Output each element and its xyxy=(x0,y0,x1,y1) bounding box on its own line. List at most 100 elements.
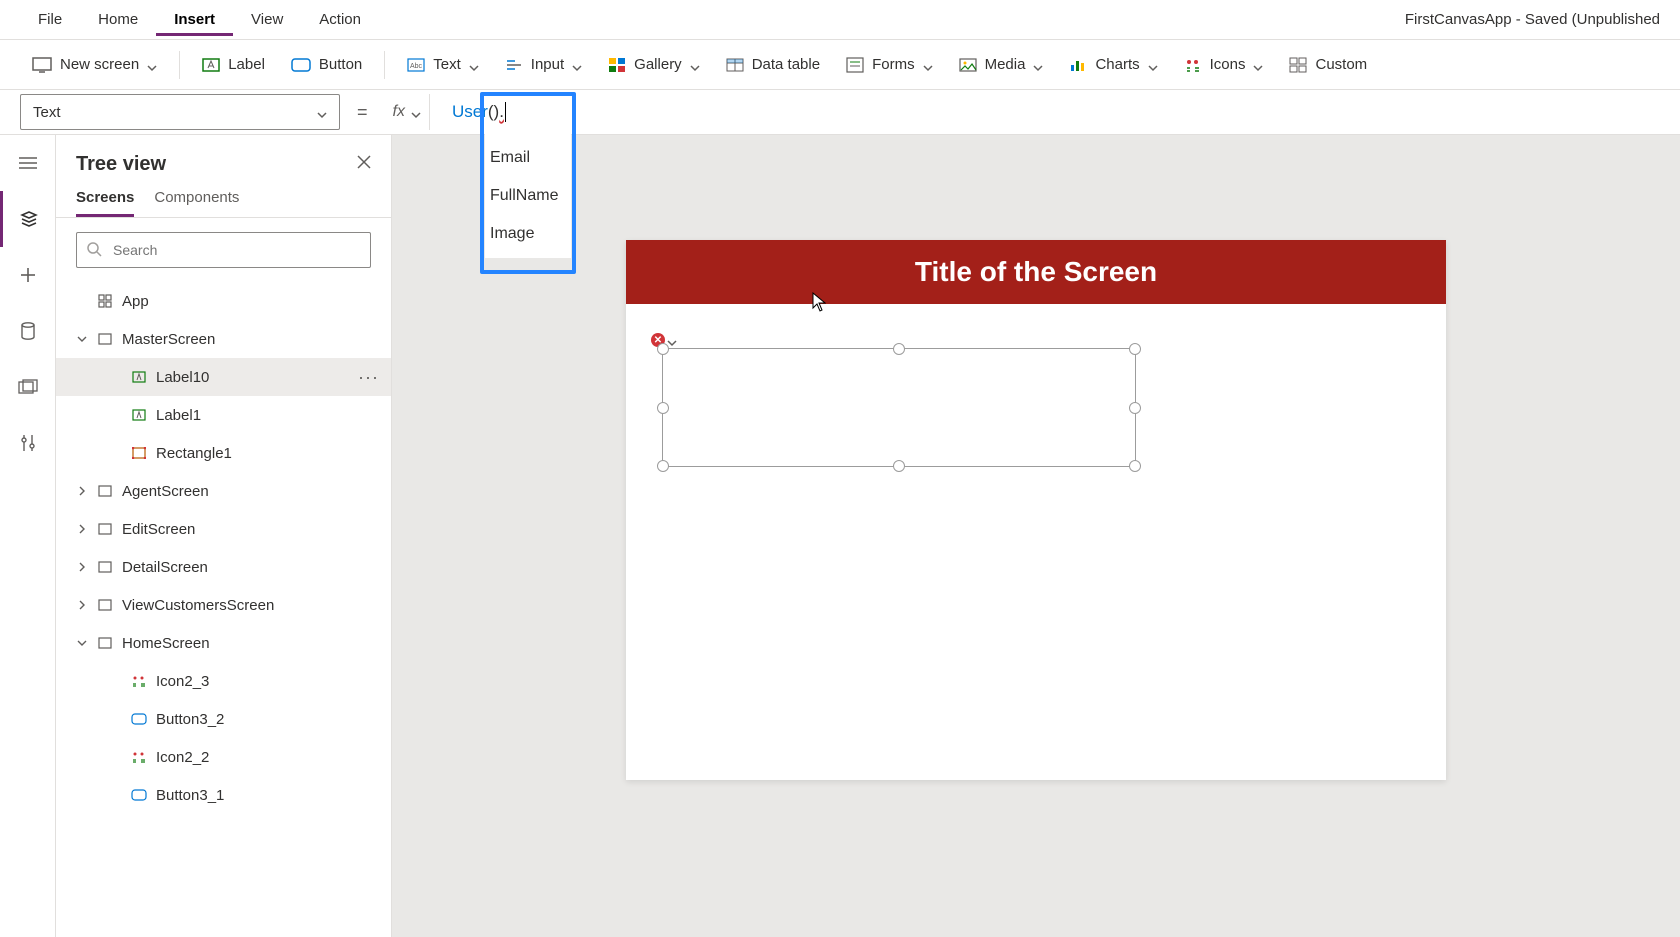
chevron-down-icon xyxy=(469,60,479,70)
rail-hamburger-button[interactable] xyxy=(0,135,55,191)
charts-dropdown[interactable]: Charts xyxy=(1057,50,1169,79)
chevron-down-icon xyxy=(317,107,327,117)
fx-button[interactable]: fx xyxy=(385,94,430,130)
formula-input[interactable]: User(). xyxy=(442,94,1660,130)
app-icon xyxy=(96,294,114,308)
chevron-down-icon xyxy=(76,334,88,344)
menu-file[interactable]: File xyxy=(20,3,80,36)
tree-node-icon2-3[interactable]: Icon2_3 xyxy=(56,662,391,700)
data-table-button[interactable]: Data table xyxy=(714,50,832,79)
mouse-cursor-icon xyxy=(812,292,826,315)
icons-icon xyxy=(1184,57,1202,73)
formula-func: User xyxy=(452,102,488,122)
ribbon-bar: New screen Label Button Abc Text Input G… xyxy=(0,40,1680,90)
app-title: FirstCanvasApp - Saved (Unpublished xyxy=(1405,11,1660,28)
text-dropdown[interactable]: Abc Text xyxy=(395,50,491,79)
formula-autocomplete-dropdown: Email FullName Image xyxy=(485,134,571,258)
tree-node-icon2-2[interactable]: Icon2_2 xyxy=(56,738,391,776)
top-menu-bar: File Home Insert View Action FirstCanvas… xyxy=(0,0,1680,40)
tab-components[interactable]: Components xyxy=(154,189,239,217)
media-dropdown[interactable]: Media xyxy=(947,50,1056,79)
label-icon xyxy=(202,58,220,72)
screen-icon xyxy=(32,57,52,73)
rail-data-button[interactable] xyxy=(0,303,55,359)
resize-handle-mr[interactable] xyxy=(1129,402,1141,414)
resize-handle-ml[interactable] xyxy=(657,402,669,414)
formula-bar: Text = fx User(). xyxy=(0,90,1680,135)
plus-icon xyxy=(19,266,37,284)
menu-action[interactable]: Action xyxy=(301,3,379,36)
charts-icon xyxy=(1069,58,1087,72)
screen-preview[interactable]: Title of the Screen ✕ xyxy=(626,240,1446,780)
chevron-down-icon xyxy=(1253,60,1263,70)
tree-node-button3-2[interactable]: Button3_2 xyxy=(56,700,391,738)
tree-view-panel: Tree view Screens Components App MasterS… xyxy=(56,135,392,937)
chevron-right-icon xyxy=(76,486,88,496)
chevron-right-icon xyxy=(76,524,88,534)
more-button[interactable]: ··· xyxy=(358,367,379,388)
resize-handle-tr[interactable] xyxy=(1129,343,1141,355)
forms-dropdown[interactable]: Forms xyxy=(834,50,945,79)
tree-node-homescreen[interactable]: HomeScreen xyxy=(56,624,391,662)
tree-node-label10[interactable]: Label10 ··· xyxy=(56,358,391,396)
resize-handle-br[interactable] xyxy=(1129,460,1141,472)
label-button[interactable]: Label xyxy=(190,50,277,79)
autocomplete-item-email[interactable]: Email xyxy=(485,139,571,177)
button-button[interactable]: Button xyxy=(279,50,374,79)
formula-parens: () xyxy=(488,102,499,122)
input-dropdown[interactable]: Input xyxy=(493,50,594,79)
rectangle-icon xyxy=(130,447,148,459)
tree-node-agentscreen[interactable]: AgentScreen xyxy=(56,472,391,510)
rail-tools-button[interactable] xyxy=(0,415,55,471)
resize-handle-bl[interactable] xyxy=(657,460,669,472)
new-screen-button[interactable]: New screen xyxy=(20,50,169,79)
button-icon xyxy=(130,789,148,801)
gallery-dropdown[interactable]: Gallery xyxy=(596,50,712,79)
chevron-right-icon xyxy=(76,562,88,572)
tree-search-input[interactable] xyxy=(76,232,371,268)
gallery-icon xyxy=(608,57,626,73)
autocomplete-item-fullname[interactable]: FullName xyxy=(485,177,571,215)
close-panel-button[interactable] xyxy=(357,155,371,174)
svg-text:Abc: Abc xyxy=(410,63,423,70)
selected-control-label10[interactable]: ✕ xyxy=(662,348,1136,467)
tree-node-viewcustomersscreen[interactable]: ViewCustomersScreen xyxy=(56,586,391,624)
tree-list: App MasterScreen Label10 ··· Label1 Rect… xyxy=(56,282,391,937)
tree-node-editscreen[interactable]: EditScreen xyxy=(56,510,391,548)
separator xyxy=(179,51,180,79)
tree-node-app[interactable]: App xyxy=(56,282,391,320)
tree-view-title: Tree view xyxy=(76,153,166,176)
icons-icon xyxy=(130,750,148,764)
menu-insert[interactable]: Insert xyxy=(156,3,233,36)
tree-node-button3-1[interactable]: Button3_1 xyxy=(56,776,391,814)
screen-title-text: Title of the Screen xyxy=(915,256,1157,288)
chevron-down-icon xyxy=(690,60,700,70)
table-icon xyxy=(726,58,744,72)
menu-home[interactable]: Home xyxy=(80,3,156,36)
screen-icon xyxy=(96,637,114,649)
resize-handle-tm[interactable] xyxy=(893,343,905,355)
screen-title-bar[interactable]: Title of the Screen xyxy=(626,240,1446,304)
tab-screens[interactable]: Screens xyxy=(76,189,134,217)
resize-handle-tl[interactable] xyxy=(657,343,669,355)
screen-icon xyxy=(96,485,114,497)
close-icon xyxy=(357,155,371,169)
icons-dropdown[interactable]: Icons xyxy=(1172,50,1276,79)
separator xyxy=(384,51,385,79)
tree-node-rectangle1[interactable]: Rectangle1 xyxy=(56,434,391,472)
screen-icon xyxy=(96,333,114,345)
rail-insert-button[interactable] xyxy=(0,247,55,303)
tree-node-label1[interactable]: Label1 xyxy=(56,396,391,434)
menu-view[interactable]: View xyxy=(233,3,301,36)
autocomplete-item-image[interactable]: Image xyxy=(485,215,571,253)
property-dropdown[interactable]: Text xyxy=(20,94,340,130)
tree-node-masterscreen[interactable]: MasterScreen xyxy=(56,320,391,358)
custom-dropdown[interactable]: Custom xyxy=(1277,50,1379,79)
resize-handle-bm[interactable] xyxy=(893,460,905,472)
chevron-right-icon xyxy=(76,600,88,610)
button-icon xyxy=(130,713,148,725)
tree-node-detailscreen[interactable]: DetailScreen xyxy=(56,548,391,586)
rail-media-button[interactable] xyxy=(0,359,55,415)
screen-icon xyxy=(96,561,114,573)
rail-tree-view-button[interactable] xyxy=(0,191,55,247)
